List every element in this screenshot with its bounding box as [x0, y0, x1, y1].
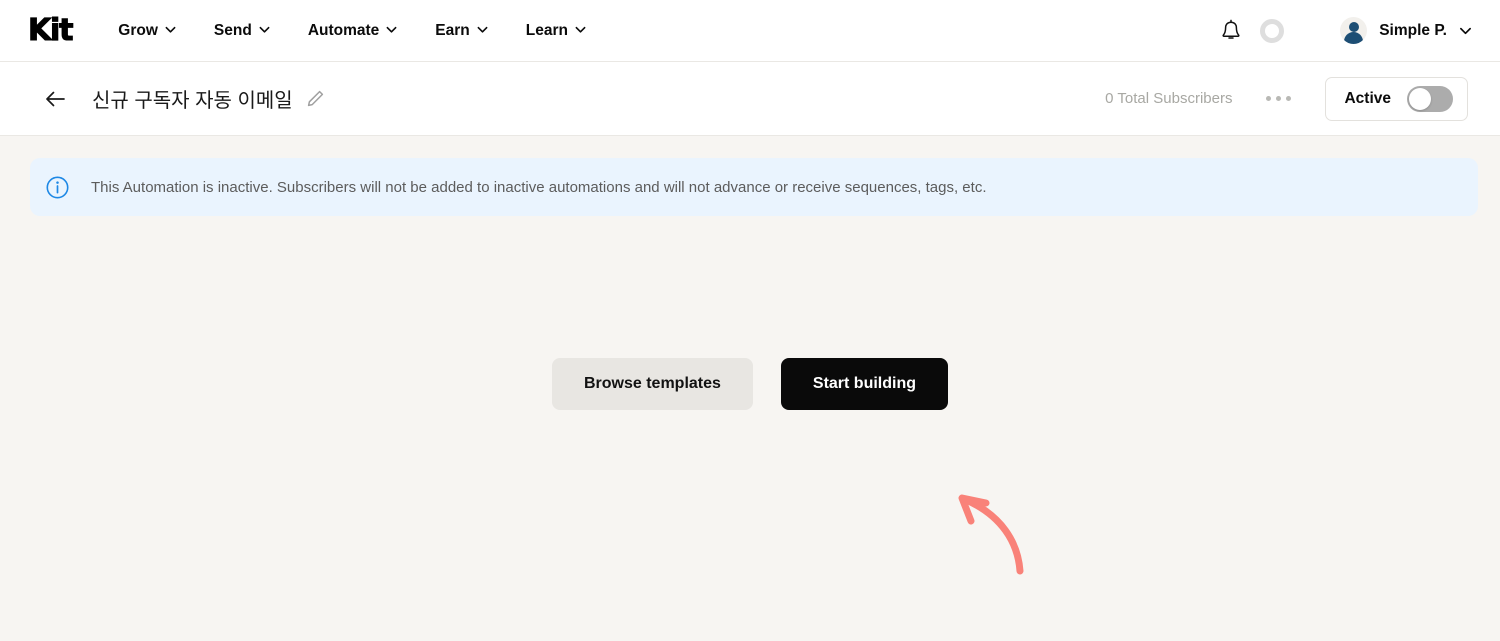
page-title: 신규 구독자 자동 이메일	[92, 90, 293, 112]
empty-state-actions: Browse templates Start building	[0, 358, 1500, 410]
chevron-down-icon	[575, 24, 586, 35]
top-navigation-bar: Kit Grow Send Automate Earn Learn Simple…	[0, 0, 1500, 62]
chevron-down-icon	[1459, 24, 1471, 35]
back-arrow-icon[interactable]	[44, 88, 66, 110]
nav-item-grow[interactable]: Grow	[118, 22, 176, 40]
browse-templates-button[interactable]: Browse templates	[551, 358, 753, 410]
more-horizontal-icon[interactable]	[1260, 86, 1297, 111]
inactive-automation-banner: This Automation is inactive. Subscribers…	[30, 158, 1478, 216]
automation-subheader: 신규 구독자 자동 이메일 0 Total Subscribers Active	[0, 62, 1500, 136]
top-bar-actions: Simple P.	[1220, 17, 1471, 44]
nav-item-label: Learn	[525, 21, 568, 39]
progress-ring-icon[interactable]	[1260, 18, 1285, 43]
chevron-down-icon	[477, 24, 488, 35]
nav-item-earn[interactable]: Earn	[435, 21, 488, 40]
avatar-icon	[1340, 17, 1368, 44]
subheader-actions: 0 Total Subscribers Active	[1105, 76, 1468, 121]
primary-nav: Grow Send Automate Earn Learn	[118, 22, 586, 40]
main-content: This Automation is inactive. Subscribers…	[0, 136, 1500, 641]
active-toggle-switch[interactable]	[1407, 85, 1453, 112]
active-toggle[interactable]: Active	[1325, 76, 1468, 121]
total-subscribers-label: 0 Total Subscribers	[1105, 90, 1233, 107]
toggle-knob	[1409, 87, 1431, 110]
chevron-down-icon	[165, 24, 176, 35]
chevron-down-icon	[259, 24, 270, 35]
curved-arrow-annotation	[946, 477, 1036, 577]
bell-icon[interactable]	[1220, 19, 1242, 43]
info-circle-icon	[46, 176, 69, 199]
nav-item-label: Earn	[435, 21, 470, 39]
nav-item-automate[interactable]: Automate	[308, 22, 397, 40]
banner-message: This Automation is inactive. Subscribers…	[91, 178, 987, 196]
nav-item-learn[interactable]: Learn	[526, 22, 586, 40]
user-menu[interactable]: Simple P.	[1340, 17, 1471, 44]
active-toggle-label: Active	[1344, 89, 1391, 107]
nav-item-label: Grow	[118, 21, 158, 39]
nav-item-label: Send	[213, 21, 252, 39]
user-name-label: Simple P.	[1379, 21, 1447, 39]
start-building-button[interactable]: Start building	[780, 358, 949, 410]
kit-logo[interactable]: Kit	[27, 14, 74, 45]
chevron-down-icon	[386, 24, 397, 35]
pencil-icon[interactable]	[306, 89, 325, 108]
nav-item-label: Automate	[307, 21, 380, 39]
nav-item-send[interactable]: Send	[214, 22, 270, 40]
